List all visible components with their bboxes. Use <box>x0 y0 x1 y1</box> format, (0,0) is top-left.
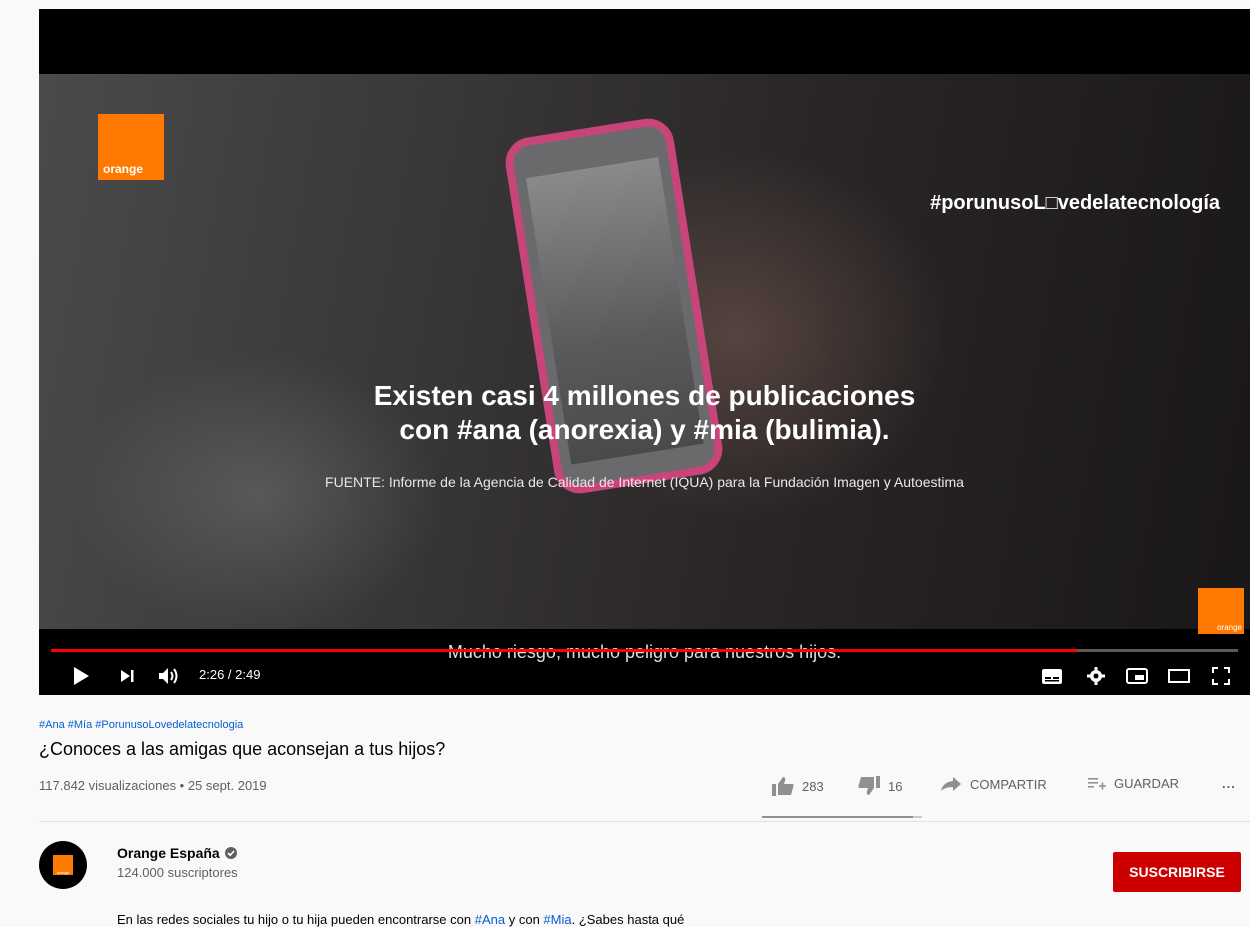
verified-icon <box>224 847 237 859</box>
orange-avatar-logo: orange <box>53 855 73 875</box>
volume-icon <box>159 668 178 684</box>
orange-logo: orange <box>98 114 164 180</box>
like-count: 283 <box>802 778 824 794</box>
section-divider <box>39 821 1250 822</box>
like-button[interactable]: 283 <box>772 776 824 796</box>
hashtag-link-ana[interactable]: #Ana <box>475 912 505 927</box>
progress-fill <box>51 649 1077 652</box>
subscribe-button[interactable]: SUSCRIBIRSE <box>1113 852 1241 892</box>
thumbs-down-icon <box>858 776 880 795</box>
captions-icon <box>1042 668 1062 684</box>
like-ratio-fill <box>762 816 914 818</box>
progress-bar[interactable] <box>51 649 1238 652</box>
play-icon <box>74 667 89 685</box>
dislike-count: 16 <box>888 778 903 794</box>
next-button[interactable] <box>111 657 143 695</box>
hashtag-overlay: #porunusoL□vedelatecnología <box>930 192 1220 214</box>
like-ratio-bar <box>762 816 922 818</box>
video-hashtags[interactable]: #Ana #Mía #PorunusoLovedelatecnologia <box>39 719 243 731</box>
theater-icon <box>1168 669 1190 683</box>
fullscreen-button[interactable] <box>1205 657 1237 695</box>
fullscreen-icon <box>1212 667 1230 685</box>
time-readout: 2:26 / 2:49 <box>199 667 261 682</box>
miniplayer-icon <box>1126 668 1148 684</box>
play-button[interactable] <box>63 657 99 695</box>
volume-button[interactable] <box>151 657 187 695</box>
orange-watermark: orange <box>1198 588 1244 634</box>
source-caption: FUENTE: Informe de la Agencia de Calidad… <box>325 474 964 490</box>
share-label: COMPARTIR <box>970 776 1047 792</box>
hashtag-link-mia[interactable]: #Mia <box>543 912 571 927</box>
gear-icon <box>1087 667 1105 685</box>
more-actions-button[interactable]: ... <box>1222 776 1236 791</box>
subscriber-count: 124.000 suscriptores <box>117 865 238 880</box>
theater-button[interactable] <box>1163 657 1195 695</box>
video-description: En las redes sociales tu hijo o tu hija … <box>117 912 685 927</box>
save-label: GUARDAR <box>1114 776 1180 791</box>
headline-line-1: Existen casi 4 millones de publicaciones <box>373 380 916 411</box>
more-icon: ... <box>1222 776 1236 791</box>
share-icon <box>941 777 961 791</box>
channel-name[interactable]: Orange España <box>117 845 237 861</box>
channel-name-text: Orange España <box>117 845 220 861</box>
player-controls: 2:26 / 2:49 <box>39 657 1250 695</box>
video-headline: Existen casi 4 millones de publicaciones… <box>39 379 1250 447</box>
thumbs-up-icon <box>772 777 794 796</box>
headline-line-2: con #ana (anorexia) y #mia (bulimia). <box>399 414 890 445</box>
save-button[interactable]: GUARDAR <box>1088 776 1179 791</box>
channel-avatar[interactable]: orange <box>39 841 87 889</box>
video-title: ¿Conoces a las amigas que aconsejan a tu… <box>39 739 446 759</box>
views-and-date: 117.842 visualizaciones • 25 sept. 2019 <box>39 778 267 793</box>
video-player[interactable]: orange #porunusoL□vedelatecnología Exist… <box>39 9 1250 695</box>
share-button[interactable]: COMPARTIR <box>940 776 1047 792</box>
next-icon <box>121 670 134 682</box>
video-frame[interactable]: orange #porunusoL□vedelatecnología Exist… <box>39 74 1250 634</box>
captions-button[interactable] <box>1037 657 1067 695</box>
settings-button[interactable] <box>1081 657 1111 695</box>
miniplayer-button[interactable] <box>1121 657 1153 695</box>
playlist-add-icon <box>1088 777 1106 789</box>
dislike-button[interactable]: 16 <box>858 776 902 796</box>
